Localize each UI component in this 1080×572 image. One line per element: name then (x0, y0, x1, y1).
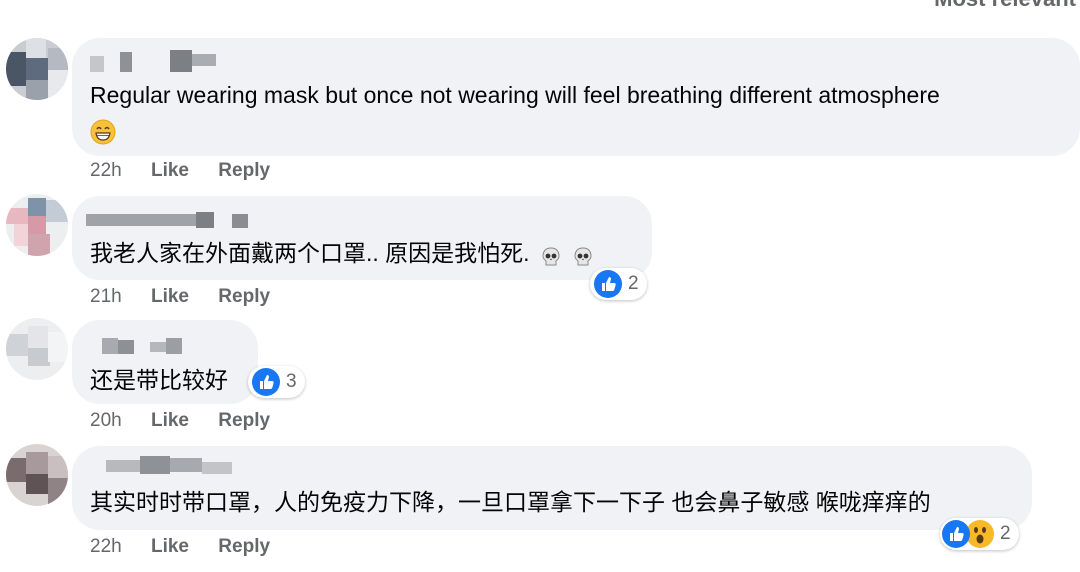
comment-text: 我老人家在外面戴两个口罩.. 原因是我怕死. (90, 237, 594, 269)
avatar[interactable] (6, 194, 68, 256)
author-name-redacted[interactable] (90, 48, 290, 72)
reaction-count: 3 (286, 371, 297, 392)
reaction-count: 2 (628, 273, 639, 294)
comment-bubble: 其实时时带口罩，人的免疫力下降，一旦口罩拿下一下子 也会鼻子敏感 喉咙痒痒的 (72, 446, 1032, 530)
comment-4: 其实时时带口罩，人的免疫力下降，一旦口罩拿下一下子 也会鼻子敏感 喉咙痒痒的 2… (0, 444, 1080, 572)
comment-text: 还是带比较好 (90, 364, 228, 396)
like-button[interactable]: Like (151, 536, 189, 558)
comment-bubble: 我老人家在外面戴两个口罩.. 原因是我怕死. (72, 196, 652, 280)
comment-1: Regular wearing mask but once not wearin… (0, 38, 1080, 190)
comment-actions: 22h Like Reply (90, 536, 270, 558)
timestamp[interactable]: 22h (90, 536, 122, 558)
comment-actions: 20h Like Reply (90, 410, 270, 432)
skull-icon (540, 244, 562, 266)
comment-2: 我老人家在外面戴两个口罩.. 原因是我怕死. 2 21h Like Reply (0, 194, 1080, 310)
like-icon (594, 270, 622, 298)
avatar[interactable] (6, 38, 68, 100)
comment-bubble: 还是带比较好 (72, 320, 258, 404)
reactions-summary[interactable]: 2 (590, 268, 647, 300)
timestamp[interactable]: 21h (90, 286, 122, 308)
timestamp[interactable]: 22h (90, 160, 122, 182)
comment-emoji-line (90, 114, 116, 146)
comment-actions: 21h Like Reply (90, 286, 270, 308)
comment-body: 其实时时带口罩，人的免疫力下降，一旦口罩拿下一下子 也会鼻子敏感 喉咙痒痒的 (90, 489, 931, 515)
reply-button[interactable]: Reply (218, 160, 270, 182)
skull-icon (572, 244, 594, 266)
sort-dropdown[interactable]: Most relevant (934, 0, 1076, 12)
wow-icon (966, 520, 994, 548)
like-button[interactable]: Like (151, 160, 189, 182)
reply-button[interactable]: Reply (218, 286, 270, 308)
comment-text: 其实时时带口罩，人的免疫力下降，一旦口罩拿下一下子 也会鼻子敏感 喉咙痒痒的 (90, 486, 931, 518)
avatar[interactable] (6, 318, 68, 380)
comment-actions: 22h Like Reply (90, 160, 270, 182)
comment-body: Regular wearing mask but once not wearin… (90, 82, 940, 108)
like-icon (252, 368, 280, 396)
comment-body: 还是带比较好 (90, 367, 228, 393)
author-name-redacted[interactable] (86, 210, 286, 234)
reactions-summary[interactable]: 2 (940, 518, 1019, 550)
like-button[interactable]: Like (151, 410, 189, 432)
reaction-count: 2 (1000, 523, 1011, 544)
comment-bubble: Regular wearing mask but once not wearin… (72, 38, 1080, 156)
avatar[interactable] (6, 444, 68, 506)
like-button[interactable]: Like (151, 286, 189, 308)
comment-text: Regular wearing mask but once not wearin… (90, 79, 940, 111)
reactions-summary[interactable]: 3 (248, 366, 305, 398)
like-icon (942, 520, 970, 548)
timestamp[interactable]: 20h (90, 410, 122, 432)
author-name-redacted[interactable] (102, 338, 302, 362)
author-name-redacted[interactable] (106, 456, 306, 480)
reply-button[interactable]: Reply (218, 410, 270, 432)
comment-body: 我老人家在外面戴两个口罩.. 原因是我怕死. (90, 240, 530, 266)
reply-button[interactable]: Reply (218, 536, 270, 558)
grinning-face-icon (90, 119, 116, 145)
comments-panel: Most relevant Regular wearing mask but o… (0, 0, 1080, 572)
comment-3: 还是带比较好 3 20h Like Reply (0, 318, 1080, 436)
